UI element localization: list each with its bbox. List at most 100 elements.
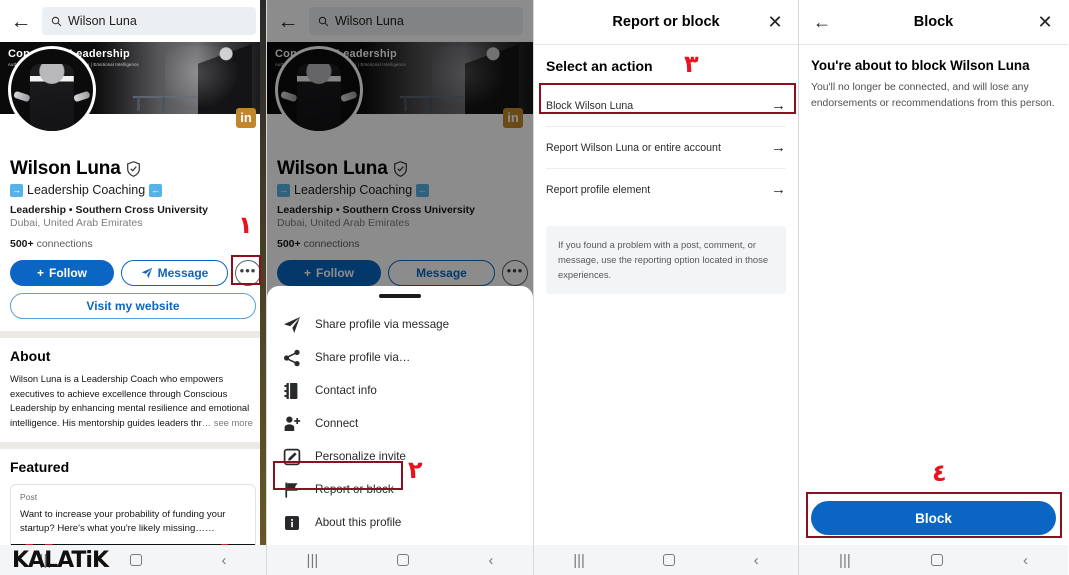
android-nav-bar: ||| ‹ bbox=[799, 545, 1068, 575]
menu-item-personalize-invite[interactable]: Personalize invite bbox=[267, 440, 533, 473]
nav-recents-button[interactable]: ||| bbox=[573, 553, 585, 568]
action-block-wilson-luna[interactable]: Block Wilson Luna → bbox=[534, 85, 798, 126]
nav-home-button[interactable] bbox=[930, 554, 943, 566]
panel-report-or-block: Report or block ✕ Select an action Block… bbox=[533, 0, 798, 575]
follow-button-label: Follow bbox=[49, 266, 87, 280]
menu-item-label: About this profile bbox=[315, 516, 402, 529]
arrow-right-emoji-icon: → bbox=[10, 183, 23, 197]
block-modal-header: ← Block ✕ bbox=[799, 0, 1068, 44]
nav-home-button[interactable] bbox=[663, 554, 676, 566]
nav-back-button[interactable]: ‹ bbox=[1023, 553, 1028, 568]
about-heading: About bbox=[10, 348, 51, 364]
menu-item-label: Personalize invite bbox=[315, 450, 406, 463]
options-bottom-sheet: Share profile via message Share profile … bbox=[267, 286, 533, 545]
step-marker-2: ٢ bbox=[408, 456, 423, 484]
linkedin-badge-icon: in bbox=[236, 108, 256, 128]
contact-book-icon bbox=[284, 382, 298, 399]
profile-location: Dubai, United Arab Emirates bbox=[10, 217, 143, 229]
menu-item-label: Share profile via… bbox=[315, 351, 411, 364]
nav-back-button[interactable]: ‹ bbox=[754, 553, 759, 568]
step-marker-3: ٣ bbox=[684, 50, 699, 78]
follow-button[interactable]: + Follow bbox=[10, 260, 114, 286]
about-text: Wilson Luna is a Leadership Coach who em… bbox=[10, 372, 256, 430]
featured-heading: Featured bbox=[10, 459, 70, 476]
featured-card-kind: Post bbox=[20, 492, 38, 503]
action-label: Block Wilson Luna bbox=[546, 99, 634, 112]
message-button-label: Message bbox=[157, 266, 209, 280]
nav-recents-button[interactable]: ||| bbox=[839, 553, 851, 568]
more-options-button[interactable]: ••• bbox=[235, 260, 261, 286]
info-icon bbox=[285, 515, 299, 530]
top-search-bar: ← Wilson Luna bbox=[0, 0, 266, 42]
send-icon bbox=[141, 267, 152, 279]
cover-person-figure bbox=[198, 44, 252, 114]
edit-pencil-icon bbox=[283, 448, 301, 465]
android-nav-bar: ||| ‹ bbox=[267, 545, 533, 575]
select-action-heading-row: Select an action bbox=[534, 45, 798, 85]
profile-education: Leadership • Southern Cross University bbox=[10, 204, 208, 216]
nav-back-button[interactable]: ‹ bbox=[221, 553, 226, 568]
avatar-figure bbox=[29, 63, 75, 131]
close-icon[interactable]: ✕ bbox=[1034, 13, 1056, 31]
block-confirm-heading: You're about to block Wilson Luna bbox=[811, 58, 1030, 73]
block-modal-title: Block bbox=[913, 14, 954, 30]
back-arrow-icon[interactable]: ← bbox=[10, 11, 32, 32]
panel-profile: ← Wilson Luna Conscious Leadership Authe… bbox=[0, 0, 266, 575]
profile-connections[interactable]: 500+ connections bbox=[10, 238, 256, 250]
confirm-block-button[interactable]: Block bbox=[811, 501, 1056, 535]
menu-item-label: Report or block bbox=[315, 483, 394, 496]
nav-back-button[interactable]: ‹ bbox=[488, 553, 493, 568]
nav-home-button[interactable] bbox=[130, 554, 143, 566]
report-modal-header: Report or block ✕ bbox=[534, 0, 798, 44]
menu-item-report-or-block[interactable]: Report or block bbox=[267, 473, 533, 506]
menu-item-label: Share profile via message bbox=[315, 318, 450, 331]
action-label: Report Wilson Luna or entire account bbox=[546, 141, 721, 154]
menu-item-share-profile-via-message[interactable]: Share profile via message bbox=[267, 308, 533, 341]
avatar[interactable] bbox=[8, 46, 96, 134]
message-button[interactable]: Message bbox=[121, 260, 228, 286]
visit-website-button[interactable]: Visit my website bbox=[10, 293, 256, 319]
profile-identity: Wilson Luna → Leadership Coaching ← Lead… bbox=[0, 114, 266, 286]
action-report-account[interactable]: Report Wilson Luna or entire account → bbox=[534, 127, 798, 168]
profile-headline: → Leadership Coaching ← bbox=[10, 183, 256, 197]
screenshot-root: ← Wilson Luna Conscious Leadership Authe… bbox=[0, 0, 1069, 575]
kalatik-watermark: KALATiK bbox=[12, 548, 109, 573]
search-input[interactable]: Wilson Luna bbox=[42, 7, 256, 35]
menu-item-label: Connect bbox=[315, 417, 359, 430]
arrow-right-icon: → bbox=[771, 97, 786, 114]
nav-home-button[interactable] bbox=[397, 554, 410, 566]
select-action-heading: Select an action bbox=[546, 58, 653, 74]
see-more-link[interactable]: … see more bbox=[202, 417, 253, 428]
close-icon[interactable]: ✕ bbox=[764, 13, 786, 31]
block-button-container: Block bbox=[799, 491, 1068, 545]
sheet-grabber-handle[interactable] bbox=[379, 294, 421, 298]
arrow-left-emoji-icon: ← bbox=[149, 183, 163, 197]
verified-shield-icon bbox=[126, 161, 140, 177]
action-report-profile-element[interactable]: Report profile element → bbox=[534, 169, 798, 210]
menu-item-connect[interactable]: Connect bbox=[267, 407, 533, 440]
report-note-box: If you found a problem with a post, comm… bbox=[546, 226, 786, 294]
report-modal-title: Report or block bbox=[612, 14, 720, 30]
share-icon bbox=[284, 349, 300, 366]
cover-stage-rail bbox=[133, 96, 197, 112]
panel-block-confirm: ← Block ✕ You're about to block Wilson L… bbox=[798, 0, 1068, 575]
action-label: Report profile element bbox=[546, 183, 651, 196]
search-value: Wilson Luna bbox=[68, 14, 137, 28]
flag-icon bbox=[285, 482, 298, 498]
about-section: About Wilson Luna is a Leadership Coach … bbox=[0, 338, 266, 430]
menu-item-share-profile-via[interactable]: Share profile via… bbox=[267, 341, 533, 374]
back-arrow-icon[interactable]: ← bbox=[811, 13, 833, 31]
page-title: Wilson Luna bbox=[10, 158, 121, 179]
person-add-icon bbox=[284, 416, 301, 431]
section-divider bbox=[0, 331, 266, 338]
arrow-right-icon: → bbox=[771, 181, 786, 198]
step-marker-4: ٤ bbox=[932, 459, 947, 487]
nav-recents-button[interactable]: ||| bbox=[307, 553, 319, 568]
section-divider-2 bbox=[0, 442, 266, 450]
panel-bottom-sheet: ← Wilson Luna Conscious Leadership Authe… bbox=[266, 0, 533, 575]
menu-item-about-this-profile[interactable]: About this profile bbox=[267, 506, 533, 539]
menu-item-contact-info[interactable]: Contact info bbox=[267, 374, 533, 407]
menu-item-label: Contact info bbox=[315, 384, 377, 397]
connections-label: connections bbox=[36, 238, 93, 250]
profile-headline-text: Leadership Coaching bbox=[27, 183, 146, 197]
